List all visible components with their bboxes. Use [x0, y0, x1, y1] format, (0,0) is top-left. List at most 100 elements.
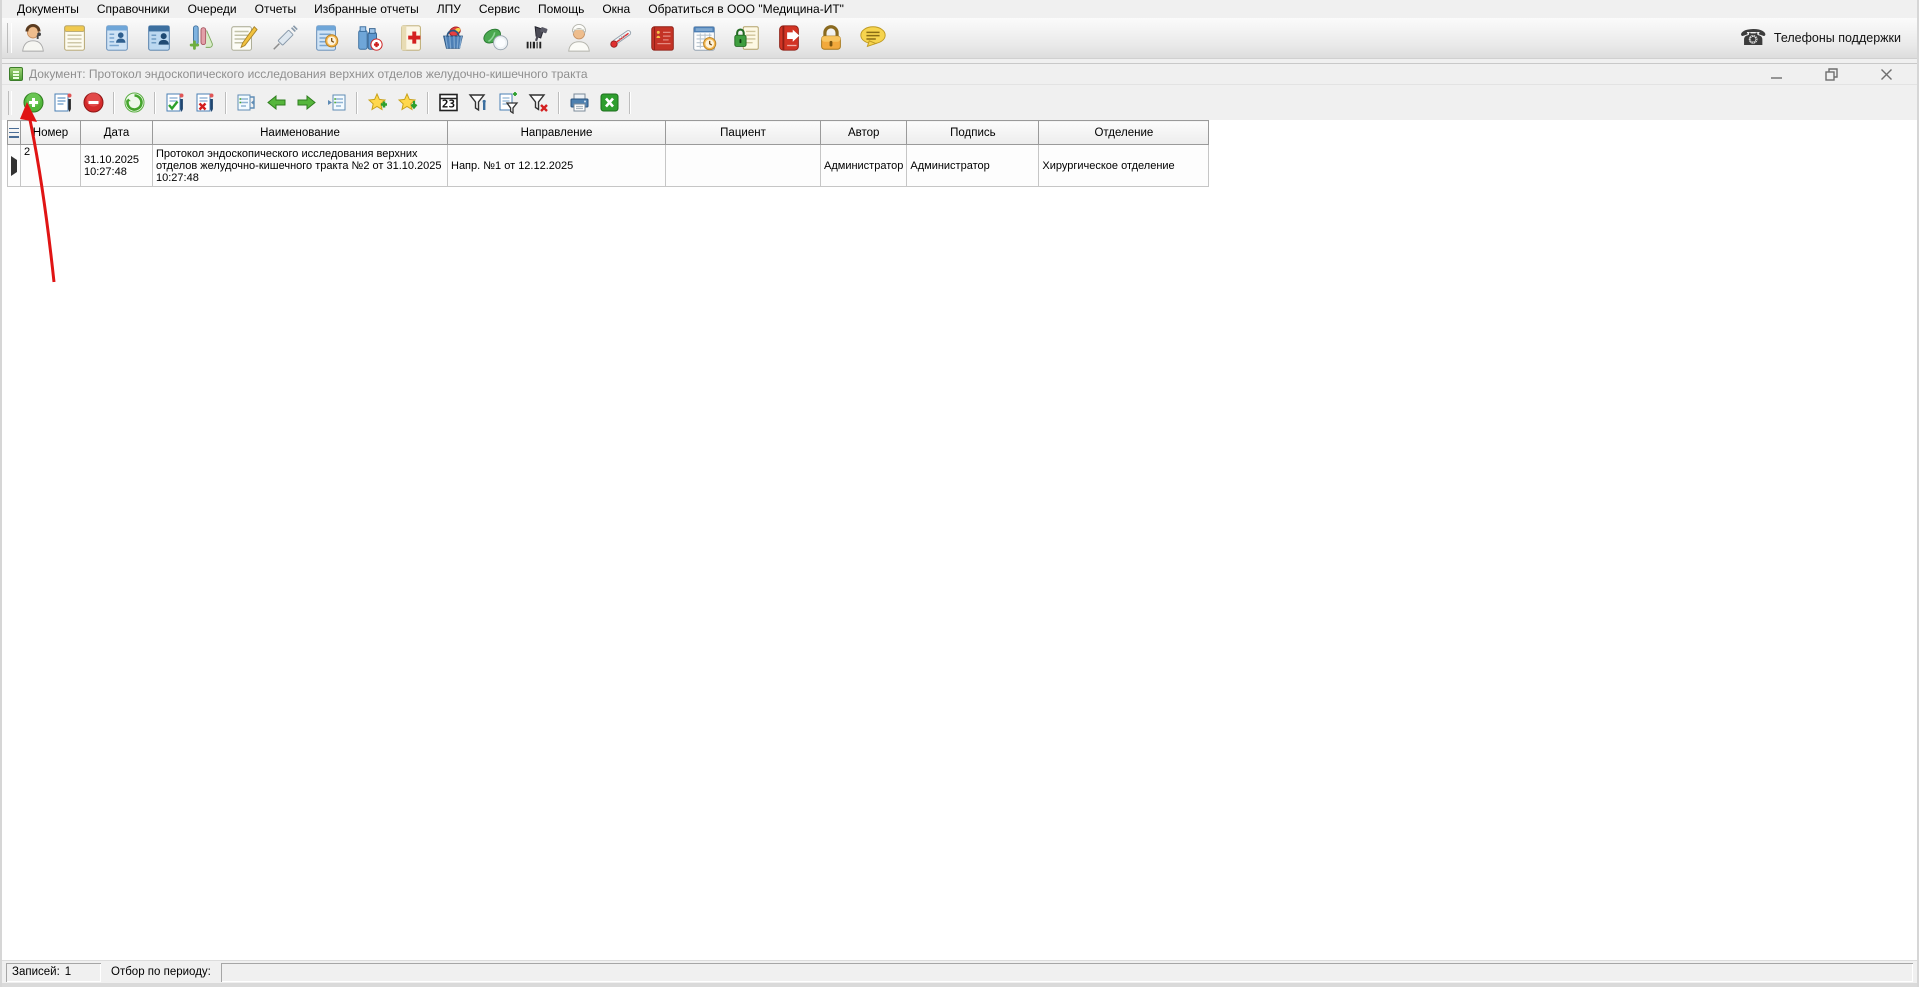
menu-bar: Документы Справочники Очереди Отчеты Изб…	[2, 0, 1917, 18]
menu-help[interactable]: Помощь	[529, 1, 593, 17]
cell-signature[interactable]: Администратор	[907, 145, 1039, 187]
column-header-signature[interactable]: Подпись	[907, 121, 1039, 145]
cell-referral[interactable]: Напр. №1 от 12.12.2025	[448, 145, 666, 187]
print-button[interactable]	[564, 89, 594, 117]
status-bar: Записей: 1 Отбор по периоду:	[2, 960, 1917, 983]
window-bottom-edge	[2, 983, 1917, 987]
document-list-area: Номер Дата Наименование Направление Паци…	[2, 120, 1917, 960]
toolbar-separator	[113, 92, 114, 114]
menu-windows[interactable]: Окна	[593, 1, 639, 17]
favorite-add-button[interactable]	[362, 89, 392, 117]
cell-name[interactable]: Протокол эндоскопического исследования в…	[153, 145, 448, 187]
column-header-number[interactable]: Номер	[21, 121, 81, 145]
application-window: Документы Справочники Очереди Отчеты Изб…	[0, 0, 1919, 987]
records-label: Записей:	[12, 966, 60, 978]
table-row[interactable]: 2 31.10.2025 10:27:48 Протокол эндоскопи…	[8, 145, 1209, 187]
timetable-icon[interactable]	[689, 23, 720, 54]
next-button[interactable]	[291, 89, 321, 117]
menu-directories[interactable]: Справочники	[88, 1, 179, 17]
delete-button[interactable]	[78, 89, 108, 117]
edit-button[interactable]	[48, 89, 78, 117]
menu-favorite-reports[interactable]: Избранные отчеты	[305, 1, 428, 17]
menu-queues[interactable]: Очереди	[179, 1, 246, 17]
document-toolbar-gripper[interactable]	[8, 91, 12, 115]
toolbar-gripper[interactable]	[7, 23, 12, 53]
thermometer-icon[interactable]	[605, 23, 636, 54]
minimize-button[interactable]	[1763, 65, 1789, 83]
unsign-button[interactable]	[190, 89, 220, 117]
support-phones[interactable]: ☎ Телефоны поддержки	[1740, 27, 1913, 49]
pharmacy-icon[interactable]	[353, 23, 384, 54]
column-header-referral[interactable]: Направление	[448, 121, 666, 145]
med-book-icon[interactable]	[395, 23, 426, 54]
notes-icon[interactable]	[227, 23, 258, 54]
close-button[interactable]	[1873, 65, 1899, 83]
pills-icon[interactable]	[479, 23, 510, 54]
journal-icon[interactable]	[59, 23, 90, 54]
personnel-book-icon[interactable]	[647, 23, 678, 54]
add-button[interactable]	[18, 89, 48, 117]
records-count: 1	[65, 966, 71, 978]
protected-doc-icon[interactable]	[731, 23, 762, 54]
restore-button[interactable]	[1818, 65, 1844, 83]
toolbar-separator	[356, 92, 357, 114]
toolbar-separator	[629, 92, 630, 114]
menu-reports[interactable]: Отчеты	[246, 1, 305, 17]
barcode-scanner-icon[interactable]	[521, 23, 552, 54]
cell-date[interactable]: 31.10.2025 10:27:48	[81, 145, 153, 187]
toolbar-separator	[154, 92, 155, 114]
table-header-row: Номер Дата Наименование Направление Паци…	[8, 121, 1209, 145]
nurse-icon[interactable]	[563, 23, 594, 54]
row-selector-cell	[8, 145, 21, 187]
column-header-author[interactable]: Автор	[821, 121, 907, 145]
grid-properties-icon	[9, 128, 19, 138]
documents-table: Номер Дата Наименование Направление Паци…	[7, 120, 1209, 187]
toolbar-separator	[558, 92, 559, 114]
cell-department[interactable]: Хирургическое отделение	[1039, 145, 1209, 187]
document-window-titlebar: Документ: Протокол эндоскопического иссл…	[2, 64, 1917, 85]
document-icon	[9, 67, 23, 81]
open-list-button[interactable]	[231, 89, 261, 117]
period-filter-label: Отбор по периоду:	[107, 964, 215, 980]
patient-card-icon[interactable]	[101, 23, 132, 54]
sign-button[interactable]	[160, 89, 190, 117]
cell-author[interactable]: Администратор	[821, 145, 907, 187]
lab-icon[interactable]	[185, 23, 216, 54]
column-header-patient[interactable]: Пациент	[666, 121, 821, 145]
period-filter-value	[221, 963, 1913, 982]
patient-card-2-icon[interactable]	[143, 23, 174, 54]
menu-documents[interactable]: Документы	[8, 1, 88, 17]
lock-icon[interactable]	[815, 23, 846, 54]
column-header-name[interactable]: Наименование	[153, 121, 448, 145]
filter-button[interactable]	[463, 89, 493, 117]
menu-contact-vendor[interactable]: Обратиться в ООО "Медицина-ИТ"	[639, 1, 853, 17]
menu-service[interactable]: Сервис	[470, 1, 529, 17]
period-calendar-button[interactable]: 23	[433, 89, 463, 117]
column-header-date[interactable]: Дата	[81, 121, 153, 145]
calendar-day-label: 23	[441, 98, 454, 111]
syringe-icon[interactable]	[269, 23, 300, 54]
schedule-card-icon[interactable]	[311, 23, 342, 54]
cell-number[interactable]: 2	[21, 145, 81, 187]
support-phones-label: Телефоны поддержки	[1774, 31, 1901, 45]
chat-icon[interactable]	[857, 23, 888, 54]
registrar-icon[interactable]	[17, 23, 48, 54]
export-excel-button[interactable]	[594, 89, 624, 117]
favorite-apply-button[interactable]	[392, 89, 422, 117]
prev-button[interactable]	[261, 89, 291, 117]
cell-patient[interactable]	[666, 145, 821, 187]
referral-book-icon[interactable]	[773, 23, 804, 54]
column-header-department[interactable]: Отделение	[1039, 121, 1209, 145]
current-row-marker-icon	[11, 156, 17, 176]
filter-form-button[interactable]	[493, 89, 523, 117]
refresh-button[interactable]	[119, 89, 149, 117]
toolbar-separator	[225, 92, 226, 114]
main-toolbar: ☎ Телефоны поддержки	[2, 18, 1917, 59]
phone-icon: ☎	[1740, 27, 1767, 49]
column-properties-button[interactable]	[8, 121, 21, 145]
pill-basket-icon[interactable]	[437, 23, 468, 54]
filter-clear-button[interactable]	[523, 89, 553, 117]
goto-list-button[interactable]	[321, 89, 351, 117]
menu-lpu[interactable]: ЛПУ	[428, 1, 470, 17]
document-window: Документ: Протокол эндоскопического иссл…	[2, 63, 1917, 987]
